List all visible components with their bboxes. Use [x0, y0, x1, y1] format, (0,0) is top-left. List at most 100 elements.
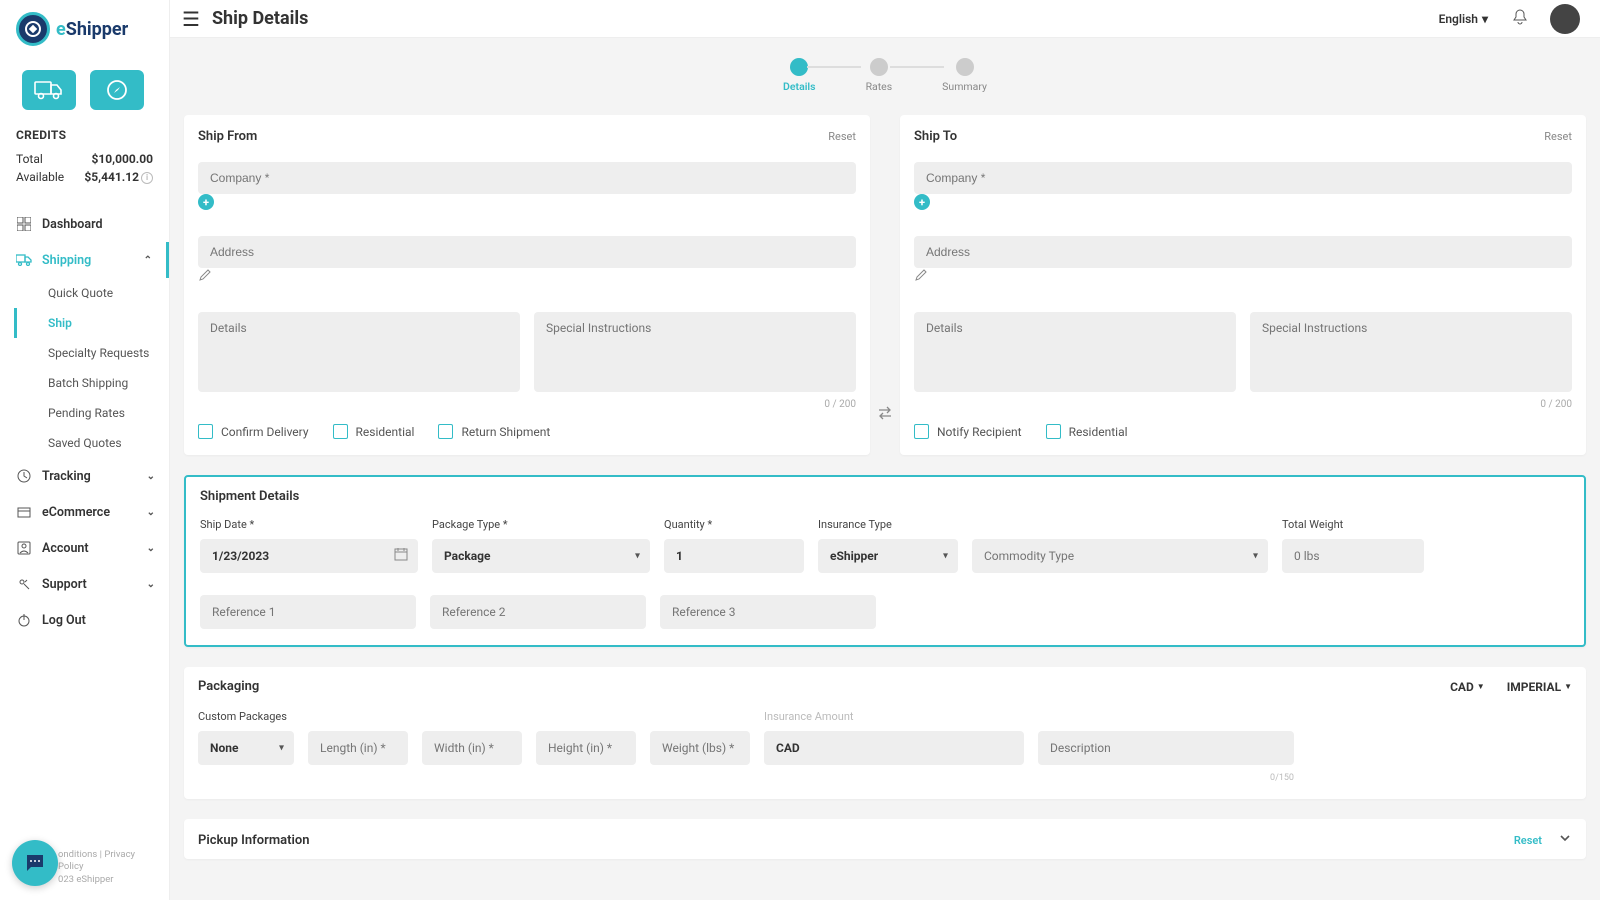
ship-from-company-input[interactable] [198, 162, 856, 194]
nav-shipping-label: Shipping [42, 253, 91, 268]
sidebar: eShipper CREDITS Total [0, 0, 170, 900]
from-residential-checkbox[interactable]: Residential [333, 424, 415, 439]
credits-total-label: Total [16, 150, 43, 168]
ship-to-title: Ship To [914, 129, 957, 144]
bell-icon [1512, 9, 1528, 25]
nav-specialty-requests[interactable]: Specialty Requests [36, 338, 169, 368]
nav-ecommerce[interactable]: eCommerce ⌄ [0, 494, 169, 530]
nav-dashboard-label: Dashboard [42, 217, 103, 232]
brand-logo[interactable]: eShipper [0, 12, 169, 60]
packaging-title: Packaging [198, 679, 259, 694]
ship-date-input[interactable] [200, 539, 418, 573]
total-weight-label: Total Weight [1282, 518, 1424, 531]
ship-to-company-input[interactable] [914, 162, 1572, 194]
expand-pickup-button[interactable] [1558, 831, 1572, 849]
dashboard-icon [16, 216, 32, 232]
nav-shipping[interactable]: Shipping ⌃ [0, 242, 169, 278]
chevron-down-icon [1558, 831, 1572, 845]
pickup-info-title: Pickup Information [198, 833, 309, 848]
chat-button[interactable] [12, 840, 58, 886]
step-summary[interactable]: Summary [942, 58, 987, 93]
ship-to-instructions-counter: 0 / 200 [1250, 399, 1572, 410]
description-input[interactable] [1038, 731, 1294, 765]
pickup-reset[interactable]: Reset [1514, 834, 1542, 847]
ship-to-address-input[interactable] [914, 236, 1572, 268]
nav-saved-quotes[interactable]: Saved Quotes [36, 428, 169, 458]
ship-from-card: Ship From Reset + [184, 115, 870, 455]
ship-from-details-input[interactable] [198, 312, 520, 392]
ecommerce-icon [16, 504, 32, 520]
ship-to-details-input[interactable] [914, 312, 1236, 392]
edit-address-icon[interactable] [914, 271, 928, 286]
logout-icon [16, 612, 32, 628]
reference-2-input[interactable] [430, 595, 646, 629]
unit-toggle[interactable]: IMPERIAL ▼ [1507, 680, 1572, 694]
quick-ship-button[interactable] [22, 70, 76, 110]
step-rates[interactable]: Rates [866, 58, 893, 93]
ship-from-title: Ship From [198, 129, 257, 144]
packaging-card: Packaging CAD ▼ IMPERIAL ▼ Custom Packag… [184, 667, 1586, 799]
nav-account[interactable]: Account ⌄ [0, 530, 169, 566]
ship-from-instructions-input[interactable] [534, 312, 856, 392]
info-icon[interactable]: i [141, 172, 153, 184]
quantity-input[interactable] [664, 539, 804, 573]
package-type-label: Package Type * [432, 518, 650, 531]
chevron-up-icon: ⌃ [144, 255, 152, 266]
nav-dashboard[interactable]: Dashboard [0, 206, 169, 242]
support-icon [16, 576, 32, 592]
nav-support[interactable]: Support ⌄ [0, 566, 169, 602]
add-company-button[interactable]: + [198, 194, 214, 210]
chevron-down-icon: ⌄ [147, 471, 155, 482]
step-details[interactable]: Details [783, 58, 816, 93]
language-label: English [1439, 12, 1478, 26]
ship-to-instructions-input[interactable] [1250, 312, 1572, 392]
shipment-details-title: Shipment Details [200, 489, 1570, 504]
nav-ship[interactable]: Ship [36, 308, 169, 338]
nav-quick-quote[interactable]: Quick Quote [36, 278, 169, 308]
language-selector[interactable]: English ▾ [1439, 12, 1488, 26]
ship-from-instructions-counter: 0 / 200 [534, 399, 856, 410]
nav-batch-shipping[interactable]: Batch Shipping [36, 368, 169, 398]
return-shipment-checkbox[interactable]: Return Shipment [438, 424, 550, 439]
weight-input[interactable] [650, 731, 750, 765]
confirm-delivery-checkbox[interactable]: Confirm Delivery [198, 424, 309, 439]
credits-available-label: Available [16, 168, 64, 186]
nav-tracking-label: Tracking [42, 469, 91, 484]
commodity-type-select[interactable] [972, 539, 1268, 573]
ship-from-address-input[interactable] [198, 236, 856, 268]
swap-arrows-icon [877, 405, 893, 421]
description-counter: 0/150 [1038, 773, 1294, 783]
length-input[interactable] [308, 731, 408, 765]
quantity-label: Quantity * [664, 518, 804, 531]
width-input[interactable] [422, 731, 522, 765]
shipping-icon [16, 252, 32, 268]
credits-title: CREDITS [16, 128, 153, 142]
shipment-details-card: Shipment Details Ship Date * Package Typ… [184, 475, 1586, 647]
stepper: Details Rates Summary [184, 58, 1586, 93]
insurance-type-label: Insurance Type [818, 518, 958, 531]
menu-toggle-button[interactable]: ☰ [182, 7, 200, 31]
ship-from-reset[interactable]: Reset [828, 130, 856, 143]
reference-3-input[interactable] [660, 595, 876, 629]
to-residential-checkbox[interactable]: Residential [1046, 424, 1128, 439]
insurance-amount-input[interactable] [764, 731, 1024, 765]
insurance-type-select[interactable] [818, 539, 958, 573]
package-type-select[interactable] [432, 539, 650, 573]
notifications-button[interactable] [1512, 9, 1528, 29]
reference-1-input[interactable] [200, 595, 416, 629]
height-input[interactable] [536, 731, 636, 765]
pickup-info-card: Pickup Information Reset [184, 819, 1586, 859]
custom-packages-select[interactable] [198, 731, 294, 765]
nav-tracking[interactable]: Tracking ⌄ [0, 458, 169, 494]
nav-logout[interactable]: Log Out [0, 602, 169, 638]
ship-to-reset[interactable]: Reset [1544, 130, 1572, 143]
insurance-amount-label: Insurance Amount [764, 710, 1024, 723]
edit-address-icon[interactable] [198, 271, 212, 286]
nav-pending-rates[interactable]: Pending Rates [36, 398, 169, 428]
add-company-button[interactable]: + [914, 194, 930, 210]
quick-explore-button[interactable] [90, 70, 144, 110]
currency-toggle[interactable]: CAD ▼ [1450, 680, 1485, 694]
user-avatar[interactable] [1550, 4, 1580, 34]
swap-addresses-button[interactable] [877, 405, 893, 425]
notify-recipient-checkbox[interactable]: Notify Recipient [914, 424, 1022, 439]
